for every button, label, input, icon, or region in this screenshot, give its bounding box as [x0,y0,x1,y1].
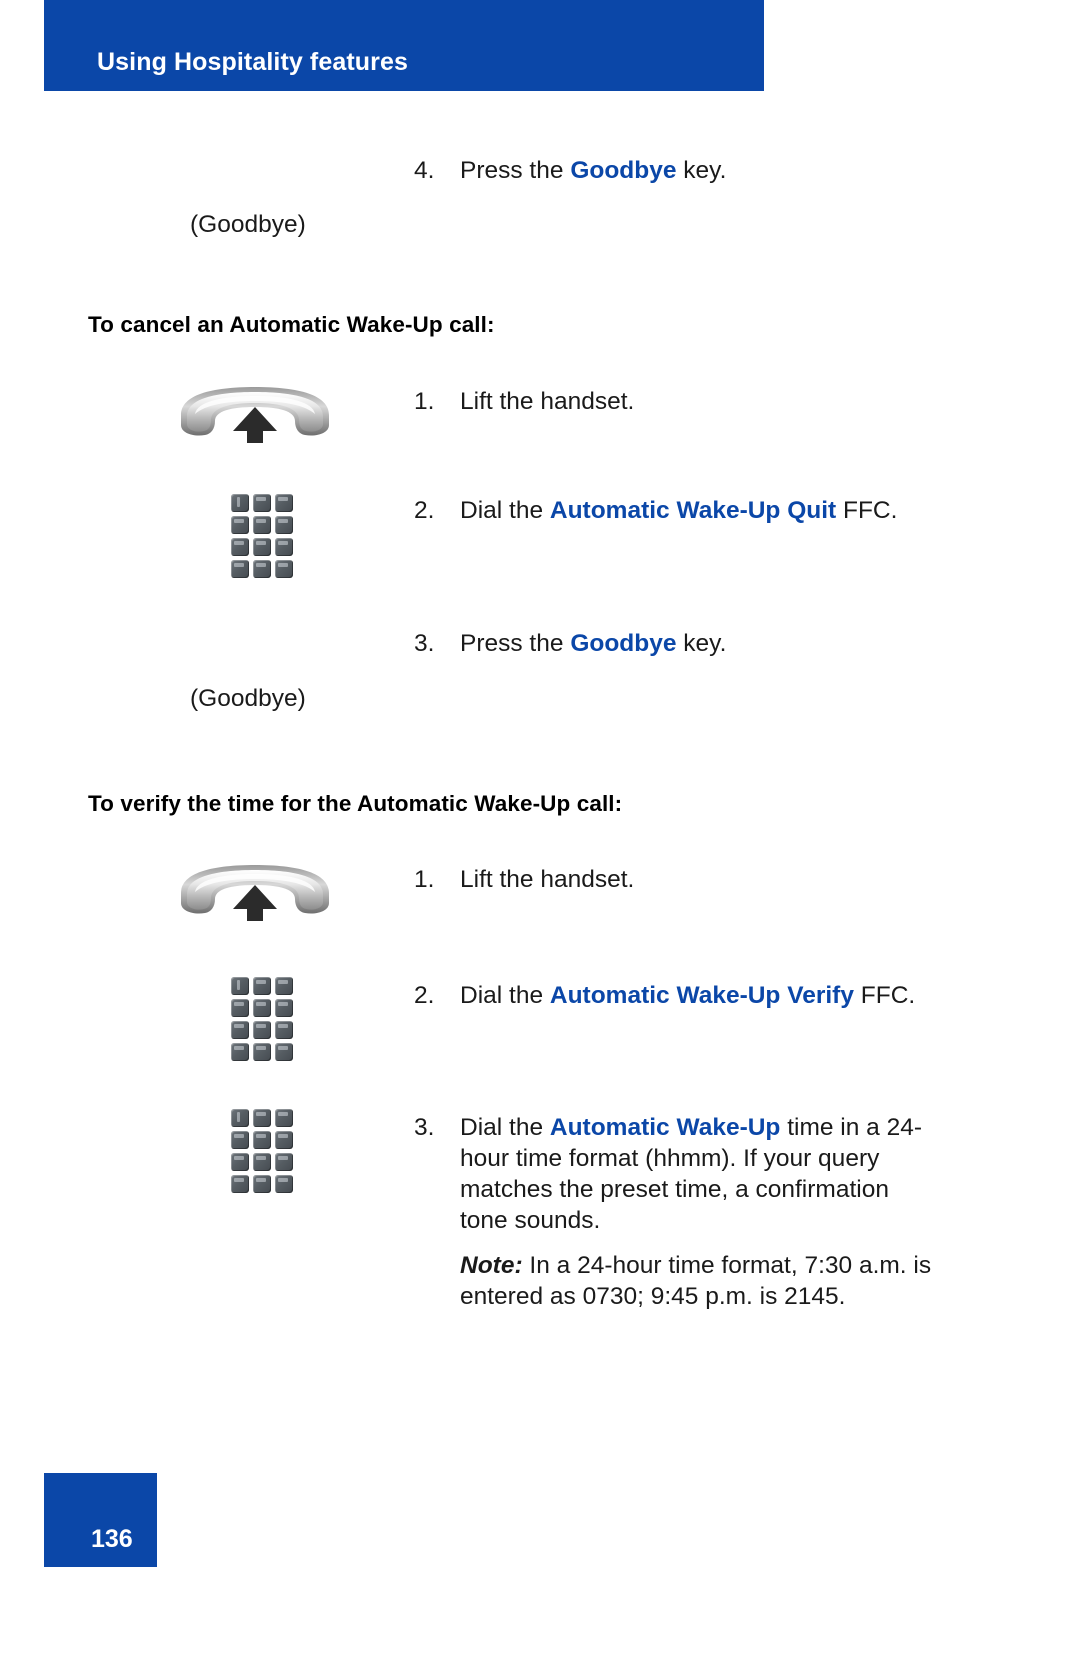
step-text-after: FFC. [853,982,916,1009]
step-term: Goodbye [570,630,677,657]
step-term: Automatic Wake-Up Verify [549,982,854,1009]
keypad-key [275,1175,293,1193]
keypad-grid [231,1109,297,1193]
step-text-after: FFC. [836,497,898,524]
section-heading-verify: To verify the time for the Automatic Wak… [88,791,623,816]
page-content: 4. Press the Goodbye key. (Goodbye) To ca… [0,91,1080,1471]
keypad-key [231,1175,249,1193]
keypad-key [253,999,271,1017]
step-column: 1. Lift the handset. [414,864,934,895]
keypad-key [231,999,249,1017]
keypad-key [231,1153,249,1171]
step-text-before: Press the [460,630,571,657]
note-text: In a 24-hour time format, 7:30 a.m. is e… [460,1252,932,1310]
keypad-key [253,1131,271,1149]
step-column: 2. Dial the Automatic Wake-Up Quit FFC. [414,495,934,526]
keypad-key [231,1043,249,1061]
step-column: 3. Dial the Automatic Wake-Up time in a 2… [414,1112,934,1312]
step-text-after: key. [676,157,727,184]
step-text-before: Lift the handset. [460,388,635,415]
keypad-key [231,1131,249,1149]
keypad-key [253,516,271,534]
step-number: 1. [414,388,435,415]
footer-page-box: 136 [44,1473,157,1567]
keypad-key [275,1153,293,1171]
step-item: 3. Dial the Automatic Wake-Up time in a 2… [414,1112,934,1236]
keypad-key [253,1175,271,1193]
step-column: 3. Press the Goodbye key. [414,628,934,659]
keypad-key [231,494,249,512]
keypad-key [231,1021,249,1039]
page-header-banner: Using Hospitality features [44,0,764,91]
keypad-key [253,538,271,556]
keypad-key [275,1043,293,1061]
keypad-key [275,1021,293,1039]
step-item: 1. Lift the handset. [414,864,934,895]
step-term: Goodbye [570,157,677,184]
keypad-icon [231,977,297,1061]
step-item: 1. Lift the handset. [414,386,934,417]
keypad-key [275,999,293,1017]
keypad-key [253,1153,271,1171]
step-column: 4. Press the Goodbye key. [414,155,934,186]
step-term: Automatic Wake-Up Quit [549,497,837,524]
step-text-after: key. [676,630,727,657]
keypad-key [275,977,293,995]
step-text-before: Dial the [460,982,550,1009]
section-heading-cancel: To cancel an Automatic Wake-Up call: [88,312,495,337]
keypad-grid [231,494,297,578]
keypad-key [253,1109,271,1127]
step-number: 2. [414,982,435,1009]
keypad-key [253,977,271,995]
step-number: 4. [414,157,435,184]
keypad-key [253,1043,271,1061]
keypad-key [231,538,249,556]
step-item: 2. Dial the Automatic Wake-Up Verify FFC. [414,980,934,1011]
label-column: (Goodbye) [88,209,388,240]
step-column: 2. Dial the Automatic Wake-Up Verify FFC. [414,980,934,1011]
keypad-key [231,560,249,578]
keypad-key [231,977,249,995]
keypad-key [275,516,293,534]
keypad-key [275,494,293,512]
step-text-before: Press the [460,157,571,184]
note-block: Note: In a 24-hour time format, 7:30 a.m… [414,1250,934,1312]
step-item: 4. Press the Goodbye key. [414,155,934,186]
step-number: 1. [414,866,435,893]
step-text-before: Dial the [460,497,550,524]
keypad-key [253,560,271,578]
step-text-before: Lift the handset. [460,866,635,893]
page-title: Using Hospitality features [97,48,408,76]
keypad-key [275,560,293,578]
goodbye-key-label: (Goodbye) [190,211,306,238]
keypad-key [231,516,249,534]
note-label: Note: [460,1252,523,1279]
step-number: 3. [414,1114,435,1141]
keypad-grid [231,977,297,1061]
keypad-key [275,1131,293,1149]
keypad-key [253,1021,271,1039]
keypad-key [275,1109,293,1127]
step-number: 3. [414,630,435,657]
step-number: 2. [414,497,435,524]
handset-icon [175,385,335,443]
handset-icon [175,863,335,921]
step-text-before: Dial the [460,1114,550,1141]
label-column: (Goodbye) [88,683,388,714]
step-item: 2. Dial the Automatic Wake-Up Quit FFC. [414,495,934,526]
goodbye-key-label: (Goodbye) [190,685,306,712]
step-column: 1. Lift the handset. [414,386,934,417]
keypad-key [253,494,271,512]
keypad-key [275,538,293,556]
keypad-icon [231,494,297,578]
keypad-key [231,1109,249,1127]
step-term: Automatic Wake-Up [549,1114,781,1141]
keypad-icon [231,1109,297,1193]
step-item: 3. Press the Goodbye key. [414,628,934,659]
page-number: 136 [91,1525,133,1553]
